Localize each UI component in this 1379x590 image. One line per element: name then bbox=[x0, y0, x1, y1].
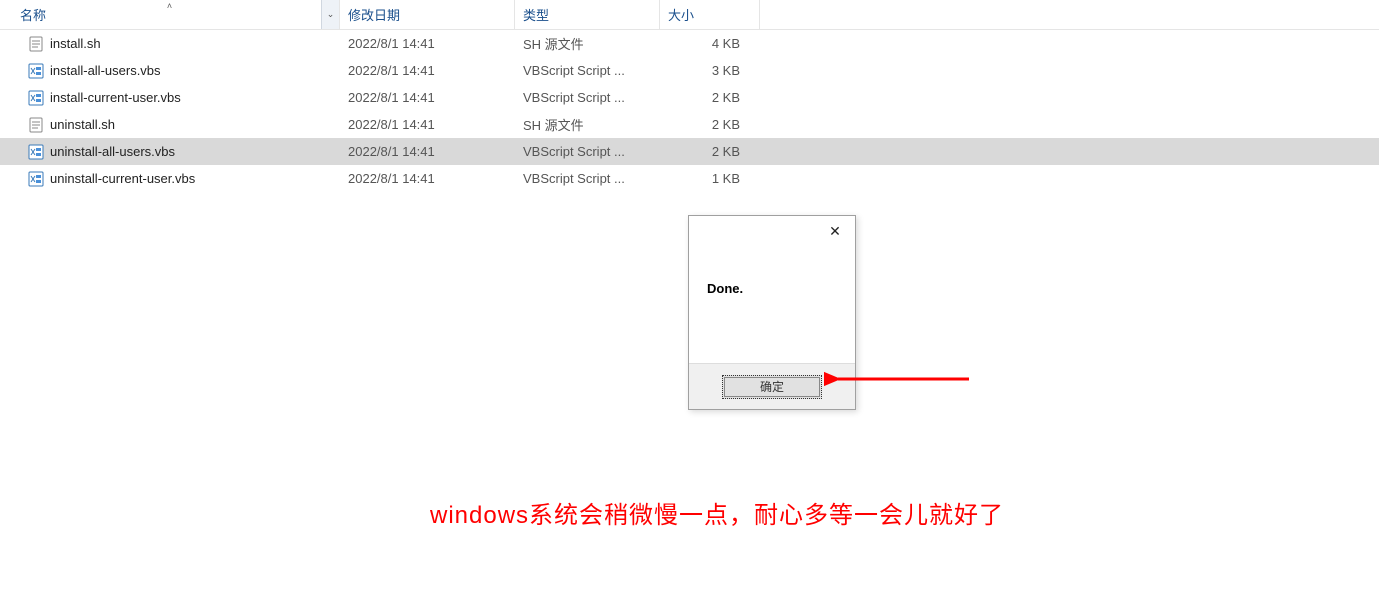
file-name-cell: uninstall-all-users.vbs bbox=[0, 144, 340, 160]
vbs-file-icon bbox=[28, 90, 44, 106]
file-row[interactable]: install.sh 2022/8/1 14:41SH 源文件4 KB bbox=[0, 30, 1379, 57]
file-type-cell: SH 源文件 bbox=[515, 115, 660, 134]
column-header-date[interactable]: 修改日期 bbox=[340, 0, 515, 29]
column-header-type-label: 类型 bbox=[523, 5, 549, 24]
file-row[interactable]: install-all-users.vbs 2022/8/1 14:41VBScr… bbox=[0, 57, 1379, 84]
file-name-cell: uninstall.sh bbox=[0, 117, 340, 133]
file-name-cell: install.sh bbox=[0, 36, 340, 52]
file-type-cell: VBScript Script ... bbox=[515, 171, 660, 186]
column-header-name[interactable]: ˄ 名称 ⌄ bbox=[0, 0, 340, 29]
column-header-name-label: 名称 bbox=[20, 5, 46, 24]
sh-file-icon bbox=[28, 117, 44, 133]
file-row[interactable]: install-current-user.vbs 2022/8/1 14:41VB… bbox=[0, 84, 1379, 111]
file-date-cell: 2022/8/1 14:41 bbox=[340, 144, 515, 159]
vbs-file-icon bbox=[28, 63, 44, 79]
column-header-size[interactable]: 大小 bbox=[660, 0, 760, 29]
file-row[interactable]: uninstall-current-user.vbs 2022/8/1 14:41… bbox=[0, 165, 1379, 192]
file-name-label: install-current-user.vbs bbox=[50, 90, 181, 105]
file-name-label: install-all-users.vbs bbox=[50, 63, 161, 78]
file-name-label: install.sh bbox=[50, 36, 101, 51]
file-name-label: uninstall-current-user.vbs bbox=[50, 171, 195, 186]
ok-button[interactable]: 确定 bbox=[722, 375, 822, 399]
annotation-caption: windows系统会稍微慢一点，耐心多等一会儿就好了 bbox=[430, 495, 1004, 530]
message-dialog: ✕ Done. 确定 bbox=[688, 215, 856, 410]
vbs-file-icon bbox=[28, 144, 44, 160]
file-type-cell: VBScript Script ... bbox=[515, 63, 660, 78]
column-header-date-label: 修改日期 bbox=[348, 5, 400, 24]
file-date-cell: 2022/8/1 14:41 bbox=[340, 171, 515, 186]
column-header-row: ˄ 名称 ⌄ 修改日期 类型 大小 bbox=[0, 0, 1379, 30]
file-name-cell: install-all-users.vbs bbox=[0, 63, 340, 79]
vbs-file-icon bbox=[28, 171, 44, 187]
file-date-cell: 2022/8/1 14:41 bbox=[340, 117, 515, 132]
file-size-cell: 2 KB bbox=[660, 117, 760, 132]
dialog-message: Done. bbox=[689, 246, 855, 363]
file-list: install.sh2022/8/1 14:41SH 源文件4 KBinstal… bbox=[0, 30, 1379, 192]
file-type-cell: VBScript Script ... bbox=[515, 144, 660, 159]
file-name-label: uninstall-all-users.vbs bbox=[50, 144, 175, 159]
file-name-cell: uninstall-current-user.vbs bbox=[0, 171, 340, 187]
sh-file-icon bbox=[28, 36, 44, 52]
column-header-type[interactable]: 类型 bbox=[515, 0, 660, 29]
file-name-label: uninstall.sh bbox=[50, 117, 115, 132]
file-date-cell: 2022/8/1 14:41 bbox=[340, 63, 515, 78]
dialog-titlebar: ✕ bbox=[689, 216, 855, 246]
file-size-cell: 2 KB bbox=[660, 90, 760, 105]
file-row[interactable]: uninstall.sh 2022/8/1 14:41SH 源文件2 KB bbox=[0, 111, 1379, 138]
file-size-cell: 1 KB bbox=[660, 171, 760, 186]
file-type-cell: SH 源文件 bbox=[515, 34, 660, 53]
chevron-down-icon[interactable]: ⌄ bbox=[321, 0, 339, 29]
file-name-cell: install-current-user.vbs bbox=[0, 90, 340, 106]
file-date-cell: 2022/8/1 14:41 bbox=[340, 36, 515, 51]
file-type-cell: VBScript Script ... bbox=[515, 90, 660, 105]
dialog-footer: 确定 bbox=[689, 363, 855, 409]
sort-ascending-icon: ˄ bbox=[167, 1, 172, 11]
file-size-cell: 3 KB bbox=[660, 63, 760, 78]
column-header-size-label: 大小 bbox=[668, 5, 694, 24]
file-row[interactable]: uninstall-all-users.vbs 2022/8/1 14:41VBS… bbox=[0, 138, 1379, 165]
file-date-cell: 2022/8/1 14:41 bbox=[340, 90, 515, 105]
close-icon[interactable]: ✕ bbox=[815, 216, 855, 246]
file-size-cell: 4 KB bbox=[660, 36, 760, 51]
file-size-cell: 2 KB bbox=[660, 144, 760, 159]
